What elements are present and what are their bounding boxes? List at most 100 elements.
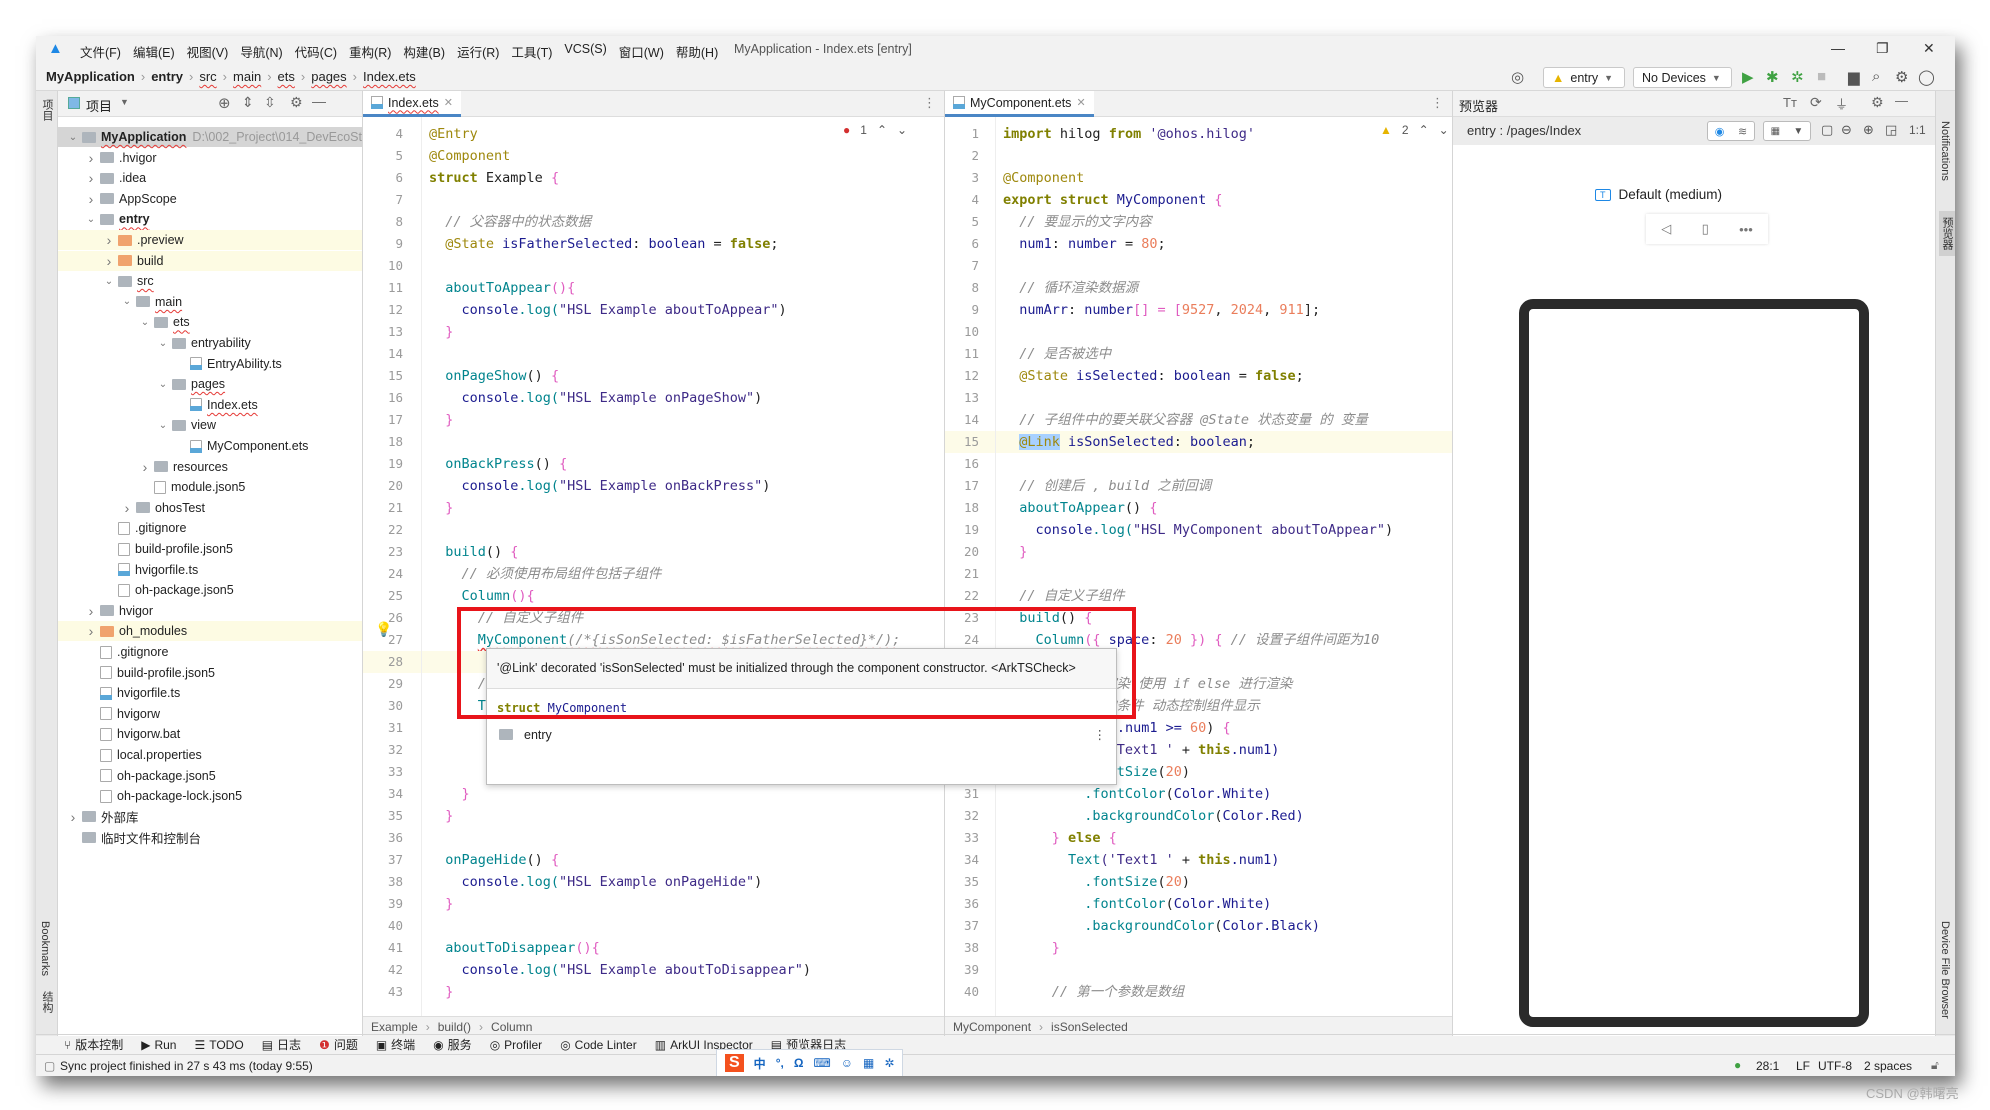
- code-line[interactable]: }: [429, 497, 453, 519]
- code-line[interactable]: } else {: [1003, 827, 1117, 849]
- inspector-toggle[interactable]: ◉ ≋: [1707, 121, 1755, 141]
- debug-icon[interactable]: ✱: [1766, 68, 1779, 86]
- code-line[interactable]: @Component: [429, 145, 510, 167]
- menu-item[interactable]: 导航(N): [240, 42, 282, 61]
- tree-item[interactable]: oh-package-lock.json5: [58, 786, 362, 806]
- code-line[interactable]: }: [1003, 541, 1027, 563]
- breadcrumb-item[interactable]: Column: [491, 1020, 532, 1034]
- chevron-down-icon[interactable]: ⌄: [156, 379, 170, 390]
- tree-item[interactable]: hvigorw: [58, 704, 362, 724]
- tool-window-button[interactable]: ▤ 日志: [262, 1036, 301, 1053]
- more-icon[interactable]: •••: [1739, 222, 1753, 237]
- code-line[interactable]: }: [429, 893, 453, 915]
- tree-item[interactable]: build-profile.json5: [58, 663, 362, 683]
- breadcrumb-item[interactable]: main: [233, 69, 261, 84]
- ime-settings-icon[interactable]: ✲: [884, 1056, 894, 1070]
- account-icon[interactable]: ◯: [1918, 68, 1935, 86]
- tab-index-ets[interactable]: Index.ets ✕: [363, 91, 461, 117]
- ime-keyboard-icon[interactable]: ⌨: [813, 1056, 830, 1070]
- back-icon[interactable]: ◁: [1661, 221, 1671, 237]
- tree-item[interactable]: › 外部库: [58, 807, 362, 827]
- bookmarks-tool-button[interactable]: Bookmarks: [39, 921, 51, 976]
- ime-symbols[interactable]: Ω: [794, 1056, 804, 1070]
- tool-window-button[interactable]: ◎ Profiler: [490, 1038, 543, 1052]
- stop-icon[interactable]: ■: [1817, 68, 1826, 85]
- close-tab-icon[interactable]: ✕: [444, 96, 453, 109]
- tree-item[interactable]: › oh_modules: [58, 621, 362, 642]
- chevron-right-icon[interactable]: ›: [84, 150, 98, 166]
- status-message[interactable]: Sync project finished in 27 s 43 ms (tod…: [60, 1059, 313, 1073]
- menu-item[interactable]: VCS(S): [564, 42, 606, 61]
- code-line[interactable]: Column(){: [429, 585, 535, 607]
- code-line[interactable]: }: [1003, 937, 1060, 959]
- close-tab-icon[interactable]: ✕: [1076, 96, 1085, 109]
- hide-panel-icon[interactable]: —: [1895, 93, 1908, 108]
- chevron-right-icon[interactable]: ›: [120, 500, 134, 516]
- ime-chinese[interactable]: 中: [754, 1055, 766, 1072]
- code-line[interactable]: console.log("HSL Example onBackPress"): [429, 475, 771, 497]
- device-select[interactable]: No Devices ▼: [1633, 67, 1732, 88]
- refresh-icon[interactable]: ⟳: [1810, 94, 1822, 111]
- code-line[interactable]: // 第一个参数是数组: [1003, 981, 1184, 1003]
- code-line[interactable]: onPageHide() {: [429, 849, 559, 871]
- chevron-down-icon[interactable]: ⌄: [156, 420, 170, 431]
- restore-icon[interactable]: ❐: [1876, 40, 1889, 57]
- ime-toolbar[interactable]: S 中 °, Ω ⌨ ☺ ▦ ✲: [716, 1049, 904, 1076]
- tree-item[interactable]: Index.ets: [58, 395, 362, 415]
- tree-item[interactable]: hvigorw.bat: [58, 724, 362, 744]
- code-line[interactable]: // 循环渲染数据源: [1003, 277, 1138, 299]
- tree-item[interactable]: module.json5: [58, 477, 362, 497]
- indent-setting[interactable]: 2 spaces: [1864, 1059, 1912, 1073]
- code-line[interactable]: .backgroundColor(Color.Black): [1003, 915, 1320, 937]
- tree-item[interactable]: hvigorfile.ts: [58, 683, 362, 703]
- module-select[interactable]: ▲ entry ▼: [1543, 67, 1625, 88]
- breadcrumb-item[interactable]: MyComponent: [953, 1020, 1031, 1034]
- chevron-right-icon[interactable]: ›: [138, 459, 152, 475]
- tree-item[interactable]: local.properties: [58, 745, 362, 765]
- code-line[interactable]: }: [429, 805, 453, 827]
- code-line[interactable]: // 自定义子组件: [1003, 585, 1124, 607]
- file-encoding[interactable]: UTF-8: [1818, 1059, 1852, 1073]
- project-structure-icon[interactable]: ▆: [1848, 68, 1860, 86]
- code-line[interactable]: num1: number = 80;: [1003, 233, 1165, 255]
- code-line[interactable]: @State isSelected: boolean = false;: [1003, 365, 1304, 387]
- menu-item[interactable]: 文件(F): [80, 42, 121, 61]
- breadcrumb-item[interactable]: Example: [371, 1020, 418, 1034]
- chevron-down-icon[interactable]: ⌄: [120, 296, 134, 307]
- code-line[interactable]: // 父容器中的状态数据: [429, 211, 591, 233]
- code-line[interactable]: onBackPress() {: [429, 453, 567, 475]
- breadcrumb-item[interactable]: build(): [438, 1020, 471, 1034]
- code-line[interactable]: @Link isSonSelected: boolean;: [1003, 431, 1255, 453]
- tree-item[interactable]: › .hvigor: [58, 148, 362, 168]
- code-line[interactable]: // 创建后 , build 之前回调: [1003, 475, 1211, 497]
- chevron-right-icon[interactable]: ›: [102, 253, 116, 269]
- tree-item[interactable]: › AppScope: [58, 189, 362, 209]
- code-line[interactable]: // 必须使用布局组件包括子组件: [429, 563, 662, 585]
- code-line[interactable]: // 要显示的文字内容: [1003, 211, 1151, 233]
- menu-item[interactable]: 帮助(H): [676, 42, 718, 61]
- code-line[interactable]: .fontColor(Color.White): [1003, 783, 1271, 805]
- code-line[interactable]: import hilog from '@ohos.hilog': [1003, 123, 1255, 145]
- menu-item[interactable]: 工具(T): [511, 42, 552, 61]
- next-highlight-icon[interactable]: ⌄: [897, 123, 907, 137]
- menu-item[interactable]: 构建(B): [403, 42, 445, 61]
- tool-window-button[interactable]: ▶ Run: [141, 1038, 176, 1052]
- breadcrumb-item[interactable]: Index.ets: [363, 69, 416, 84]
- tree-item[interactable]: ⌄ view: [58, 415, 362, 435]
- code-line[interactable]: .fontSize(20): [1003, 871, 1190, 893]
- code-area[interactable]: ● 1 ⌃ ⌄ 💡 4 @Entry 5 @Component 6 struct Example…: [363, 117, 944, 1036]
- chevron-down-icon[interactable]: ⌄: [66, 132, 80, 143]
- notifications-tool-button[interactable]: Notifications: [1939, 121, 1951, 181]
- rotate-icon[interactable]: ▯: [1702, 221, 1709, 237]
- breadcrumb-item[interactable]: ets: [278, 69, 295, 84]
- menu-item[interactable]: 代码(C): [295, 42, 337, 61]
- status-toggle-icon[interactable]: ▢: [44, 1059, 55, 1073]
- code-line[interactable]: console.log("HSL MyComponent aboutToAppe…: [1003, 519, 1394, 541]
- code-line[interactable]: export struct MyComponent {: [1003, 189, 1222, 211]
- tree-item[interactable]: ⌄ src: [58, 271, 362, 291]
- tree-item[interactable]: build-profile.json5: [58, 539, 362, 559]
- minimize-icon[interactable]: —: [1831, 40, 1845, 56]
- tree-item[interactable]: .gitignore: [58, 518, 362, 538]
- code-line[interactable]: @Entry: [429, 123, 478, 145]
- tree-item[interactable]: ⌄ entryability: [58, 333, 362, 353]
